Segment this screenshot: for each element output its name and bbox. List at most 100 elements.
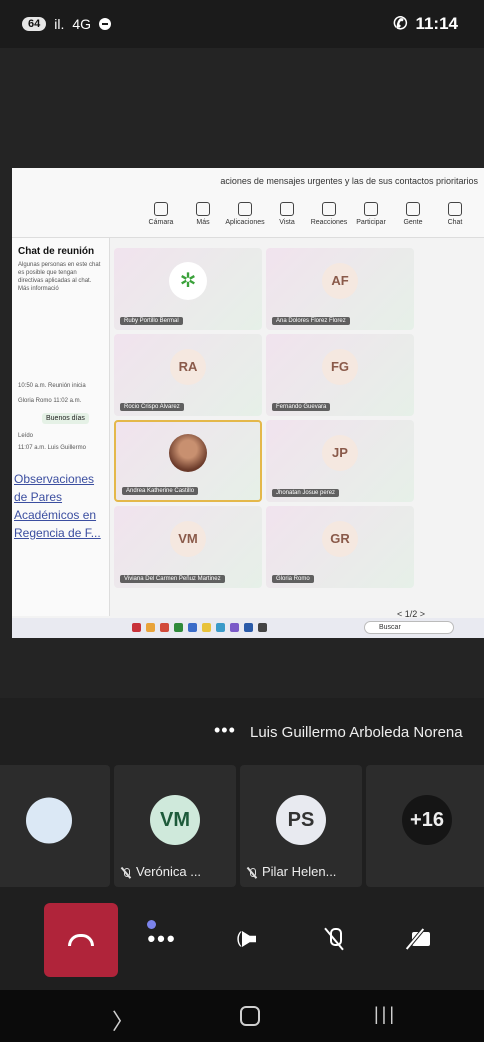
- chat-link[interactable]: Observaciones de Pares Académicos en Reg…: [14, 470, 108, 542]
- chat-title: Chat de reunión: [18, 246, 95, 257]
- hang-up-icon: [68, 934, 94, 946]
- app-icon[interactable]: [258, 623, 267, 632]
- camera-icon: [154, 202, 168, 216]
- app-icon[interactable]: [216, 623, 225, 632]
- battery-indicator: 64: [22, 17, 47, 31]
- tile-name: Viviana Del Carmen Peñuz Martinez: [120, 575, 225, 583]
- raise-hand-icon: [364, 202, 378, 216]
- self-view-tile[interactable]: [0, 765, 110, 887]
- grid-tile[interactable]: AF Ana Dolores Florez Florez: [266, 248, 414, 330]
- app-icon[interactable]: [244, 623, 253, 632]
- speaker-icon: [242, 931, 256, 947]
- toolbar-view[interactable]: Vista: [272, 202, 302, 226]
- shared-content-area: aciones de mensajes urgentes y las de su…: [0, 48, 484, 698]
- tile-name: Ana Dolores Florez Florez: [272, 317, 350, 325]
- view-icon: [280, 202, 294, 216]
- tile-name: Andrea Katherine Castillo: [122, 487, 199, 495]
- toolbar-apps[interactable]: Aplicaciones: [225, 202, 265, 226]
- tile-initials: GR: [322, 520, 358, 557]
- shared-screen[interactable]: aciones de mensajes urgentes y las de su…: [12, 168, 484, 638]
- tile-name: Gloria Romo: [272, 575, 314, 583]
- clock: 11:14: [415, 14, 458, 33]
- teams-header: aciones de mensajes urgentes y las de su…: [12, 168, 484, 238]
- camera-off-icon: [402, 930, 430, 948]
- tile-initials: RA: [170, 348, 206, 385]
- app-icon[interactable]: [174, 623, 183, 632]
- grid-tile[interactable]: VM Viviana Del Carmen Peñuz Martinez: [114, 506, 262, 588]
- participant-label: Pilar Helen...: [246, 864, 356, 879]
- more-dots-icon: •••: [147, 920, 177, 951]
- status-right: ✆ 11:14: [393, 14, 458, 34]
- do-not-disturb-icon: [99, 18, 112, 30]
- grid-tile[interactable]: FG Fernando Guevara: [266, 334, 414, 416]
- recent-apps-icon[interactable]: |||: [374, 1004, 397, 1025]
- app-icon[interactable]: [160, 623, 169, 632]
- tile-name: Fernando Guevara: [272, 403, 331, 411]
- status-left: 64 il. 4G: [22, 16, 112, 32]
- toolbar-people[interactable]: Gente: [398, 202, 428, 226]
- overflow-participants-tile[interactable]: +16: [366, 765, 484, 887]
- speaker-button[interactable]: (: [208, 903, 280, 975]
- system-nav-bar: 〉 |||: [0, 990, 484, 1042]
- chat-bubble: Buenos días: [42, 413, 89, 424]
- app-icon[interactable]: [146, 623, 155, 632]
- reactions-icon: [322, 202, 336, 216]
- chat-message: Gloria Romo 11:02 a.m.: [18, 398, 82, 404]
- meeting-toolbar: Cámara Más Aplicaciones Vista Reacciones…: [146, 202, 470, 226]
- sena-logo-icon: ✲: [169, 261, 207, 300]
- participant-tile[interactable]: PS Pilar Helen...: [240, 765, 362, 887]
- participant-strip: +16 PS Pilar Helen... VM Verónica ...: [0, 765, 484, 887]
- people-icon: [406, 202, 420, 216]
- self-view-thumbnail: [26, 797, 72, 844]
- more-options-button[interactable]: •••: [214, 720, 236, 741]
- tile-initials: VM: [170, 520, 206, 557]
- participant-avatar: VM: [150, 795, 200, 845]
- taskbar-search[interactable]: Buscar: [364, 621, 454, 634]
- toolbar-reactions[interactable]: Reacciones: [311, 202, 347, 226]
- app-icon[interactable]: [230, 623, 239, 632]
- overflow-count: +16: [402, 795, 452, 845]
- back-icon[interactable]: 〉: [112, 1004, 134, 1036]
- chat-description: Algunas personas en este chat es posible…: [18, 262, 101, 292]
- grid-tile[interactable]: RA Rocio Crispo Alvarez: [114, 334, 262, 416]
- app-icon[interactable]: [202, 623, 211, 632]
- signal-icon: il.: [54, 16, 65, 32]
- status-bar: 64 il. 4G ✆ 11:14: [0, 0, 484, 48]
- toolbar-camera[interactable]: Cámara: [146, 202, 176, 226]
- camera-button[interactable]: [380, 903, 452, 975]
- grid-tile-active-speaker[interactable]: Andrea Katherine Castillo: [114, 420, 262, 502]
- apps-icon: [238, 202, 252, 216]
- more-icon: [196, 202, 210, 216]
- toolbar-more[interactable]: Más: [188, 202, 218, 226]
- participant-grid: AF Ana Dolores Florez Florez ✲ Ruby Port…: [114, 248, 484, 603]
- tile-name: Ruby Portillo Bermal: [120, 317, 183, 325]
- microphone-button[interactable]: [298, 903, 370, 975]
- app-icon[interactable]: [188, 623, 197, 632]
- leave-call-button[interactable]: [44, 903, 118, 977]
- tile-name: Rocio Crispo Alvarez: [120, 403, 184, 411]
- participant-photo: [169, 434, 207, 473]
- grid-tile[interactable]: GR Gloria Romo: [266, 506, 414, 588]
- app-icon[interactable]: [132, 623, 141, 632]
- home-icon[interactable]: [240, 1006, 260, 1026]
- grid-tile[interactable]: JP Jhonatan Josue perez: [266, 420, 414, 502]
- call-controls: ••• (: [0, 895, 484, 990]
- mic-off-icon: [327, 928, 342, 950]
- toolbar-participate[interactable]: Participar: [356, 202, 386, 226]
- taskbar-apps: [132, 623, 267, 632]
- tile-initials: FG: [322, 348, 358, 385]
- participant-label: Verónica ...: [120, 864, 230, 879]
- chat-read-status: Leído: [18, 433, 34, 439]
- grid-tile[interactable]: ✲ Ruby Portillo Bermal: [114, 248, 262, 330]
- chat-message: 10:50 a.m. Reunión inicia: [18, 383, 86, 389]
- tile-name: Jhonatan Josue perez: [272, 489, 340, 497]
- presenter-bar: ••• Luis Guillermo Arboleda Norena: [0, 716, 484, 752]
- call-icon: ✆: [393, 14, 408, 33]
- participant-tile[interactable]: VM Verónica ...: [114, 765, 236, 887]
- toolbar-chat[interactable]: Chat: [440, 202, 470, 226]
- chat-message: 11:07 a.m. Luis Guillermo: [18, 445, 86, 451]
- meeting-chat-panel: Chat de reunión Algunas personas en este…: [12, 238, 110, 616]
- windows-taskbar: Buscar: [12, 618, 484, 638]
- presenter-name: Luis Guillermo Arboleda Norena: [250, 724, 463, 741]
- more-actions-button[interactable]: •••: [126, 903, 198, 975]
